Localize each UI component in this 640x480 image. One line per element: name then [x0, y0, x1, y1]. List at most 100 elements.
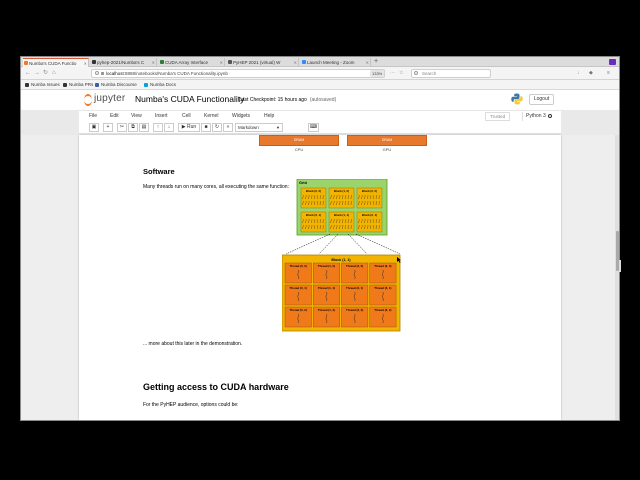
hardware-box-cpu-dram: DRAM: [259, 135, 339, 146]
menu-edit[interactable]: Edit: [110, 112, 119, 121]
cut-icon[interactable]: ✂: [117, 123, 127, 132]
downloads-icon[interactable]: ↓: [577, 70, 580, 77]
navigation-bar: ← → ↻ ⌂ localhost:8888/notebooks/Numba's…: [21, 67, 619, 80]
grid-label: Grid: [299, 181, 307, 185]
tab-label: Numba's CUDA Functio: [29, 61, 77, 66]
thread-cell-label: Thread (0, 2): [290, 308, 307, 312]
logout-button[interactable]: Logout: [529, 94, 554, 105]
save-icon[interactable]: ▣: [89, 123, 99, 132]
zoom-connector: [355, 233, 401, 255]
zoom-level[interactable]: 133%: [370, 70, 385, 77]
tab-label: PyHEP 2021 (virtual) W: [233, 60, 281, 65]
copy-icon[interactable]: ⧉: [128, 123, 138, 132]
url-bar[interactable]: localhost:8888/notebooks/Numba's CUDA Fu…: [91, 69, 385, 78]
menu-icon[interactable]: ≡: [607, 70, 610, 77]
menu-file[interactable]: File: [89, 112, 97, 121]
bookmark-numba-discourse[interactable]: Numba Discourse: [95, 81, 137, 89]
docs-favicon-icon: [160, 60, 164, 64]
move-down-icon[interactable]: ↓: [164, 123, 174, 132]
more-paragraph: ... more about this later in the demonst…: [143, 341, 243, 347]
tab-close-icon[interactable]: ✕: [84, 59, 87, 67]
cell-type-select[interactable]: Markdown ▼: [235, 123, 283, 132]
bookmark-numba-issues[interactable]: Numba Issues: [25, 81, 60, 89]
zoom-connector: [285, 233, 331, 255]
grid-block-label: Block (2, 0): [362, 189, 377, 193]
grid-block-label: Block (2, 1): [362, 213, 377, 217]
thread-cell-label: Thread (3, 1): [374, 286, 391, 290]
chevron-down-icon: ▼: [276, 125, 280, 130]
notebook-toolbar: ▣ + ✂ ⧉ ▤ ↑ ↓ ▶ Run ■ ↻ » Markdown ▼ ⌨: [79, 121, 561, 134]
menu-help[interactable]: Help: [264, 112, 274, 121]
bookmark-numba-docs[interactable]: Numba Docs: [144, 81, 176, 89]
menu-widgets[interactable]: Widgets: [232, 112, 250, 121]
thread-cell-label: Thread (1, 2): [318, 308, 335, 312]
interrupt-icon[interactable]: ■: [201, 123, 211, 132]
grid-block-label: Block (1, 1): [334, 213, 349, 217]
checkpoint-status: Last Checkpoint: 15 hours ago (autosaved): [239, 97, 336, 103]
grid-block-label: Block (0, 0): [306, 189, 321, 193]
run-icon: ▶: [181, 124, 186, 130]
github-favicon-icon: [92, 60, 96, 64]
menu-kernel[interactable]: Kernel: [204, 112, 218, 121]
tab-pyhep[interactable]: PyHEP 2021 (virtual) W ✕: [227, 58, 299, 67]
tab-close-icon[interactable]: ✕: [366, 58, 369, 67]
move-up-icon[interactable]: ↑: [153, 123, 163, 132]
bookmark-star-icon[interactable]: ☆: [399, 70, 403, 77]
software-paragraph: Many threads run on many cores, all exec…: [143, 184, 289, 190]
run-button[interactable]: ▶ Run: [178, 123, 200, 132]
insert-cell-icon[interactable]: +: [103, 123, 113, 132]
tab-cuda-array[interactable]: CUDA Array Interface ✕: [159, 58, 225, 67]
run-label: Run: [187, 124, 197, 130]
jupyter-favicon-icon: [24, 61, 28, 65]
hardware-caption: CPU: [294, 147, 304, 152]
kernel-indicator[interactable]: Python 3: [522, 112, 555, 121]
software-heading: Software: [143, 167, 175, 176]
page-scrollbar[interactable]: [615, 135, 619, 420]
bookmark-numba-prs[interactable]: Numba PRs: [63, 81, 93, 89]
kernel-idle-icon: [547, 113, 552, 118]
discourse-icon: [95, 83, 99, 87]
menu-cell[interactable]: Cell: [182, 112, 191, 121]
paste-icon[interactable]: ▤: [139, 123, 149, 132]
notebook-title[interactable]: Numba's CUDA Functionality: [135, 94, 244, 104]
search-placeholder: Search: [422, 71, 437, 76]
new-tab-button[interactable]: +: [374, 57, 378, 67]
menu-insert[interactable]: Insert: [155, 112, 168, 121]
zoomed-block-label: Block (1, 1): [331, 258, 351, 262]
bookmark-label: Numba Issues: [31, 82, 60, 87]
lock-icon: [101, 72, 104, 75]
jupyter-header: jupyter Numba's CUDA Functionality Last …: [21, 90, 619, 110]
zoom-connector: [318, 233, 339, 255]
search-icon: [414, 71, 418, 75]
forward-icon[interactable]: →: [34, 69, 40, 78]
tab-close-icon[interactable]: ✕: [152, 58, 155, 67]
tab-label: pyhep-2021/Numba's C: [97, 60, 145, 65]
search-input[interactable]: Search: [411, 69, 491, 78]
restart-run-all-icon[interactable]: »: [223, 123, 233, 132]
tab-numba-cuda[interactable]: Numba's CUDA Functio ✕: [23, 58, 89, 67]
jupyter-logo[interactable]: jupyter: [83, 91, 129, 109]
tab-close-icon[interactable]: ✕: [220, 58, 223, 67]
pocket-icon[interactable]: ⋯: [390, 70, 395, 77]
site-info-icon[interactable]: [95, 71, 99, 75]
autosave-status: (autosaved): [309, 97, 337, 103]
tab-bar: Numba's CUDA Functio ✕ pyhep-2021/Numba'…: [21, 57, 619, 67]
thread-cell-label: Thread (1, 1): [318, 286, 335, 290]
access-heading: Getting access to CUDA hardware: [143, 382, 289, 392]
trusted-indicator[interactable]: Trusted: [485, 112, 511, 121]
pyhep-favicon-icon: [228, 60, 232, 64]
url-path: :8888/notebooks/Numba's CUDA Functionali…: [123, 71, 228, 76]
github-icon: [63, 83, 67, 87]
reload-icon[interactable]: ↻: [43, 69, 48, 78]
extension-icon[interactable]: ◆: [589, 70, 593, 77]
tab-github[interactable]: pyhep-2021/Numba's C ✕: [91, 58, 157, 67]
back-icon[interactable]: ←: [25, 69, 31, 78]
command-palette-icon[interactable]: ⌨: [308, 123, 319, 132]
home-icon[interactable]: ⌂: [52, 69, 56, 78]
tab-zoom[interactable]: Launch Meeting - Zoom ✕: [301, 58, 371, 67]
tab-close-icon[interactable]: ✕: [294, 58, 297, 67]
bookmark-label: Numba Discourse: [101, 82, 137, 87]
browser-window: Numba's CUDA Functio ✕ pyhep-2021/Numba'…: [20, 56, 620, 421]
restart-icon[interactable]: ↻: [212, 123, 222, 132]
menu-view[interactable]: View: [131, 112, 142, 121]
